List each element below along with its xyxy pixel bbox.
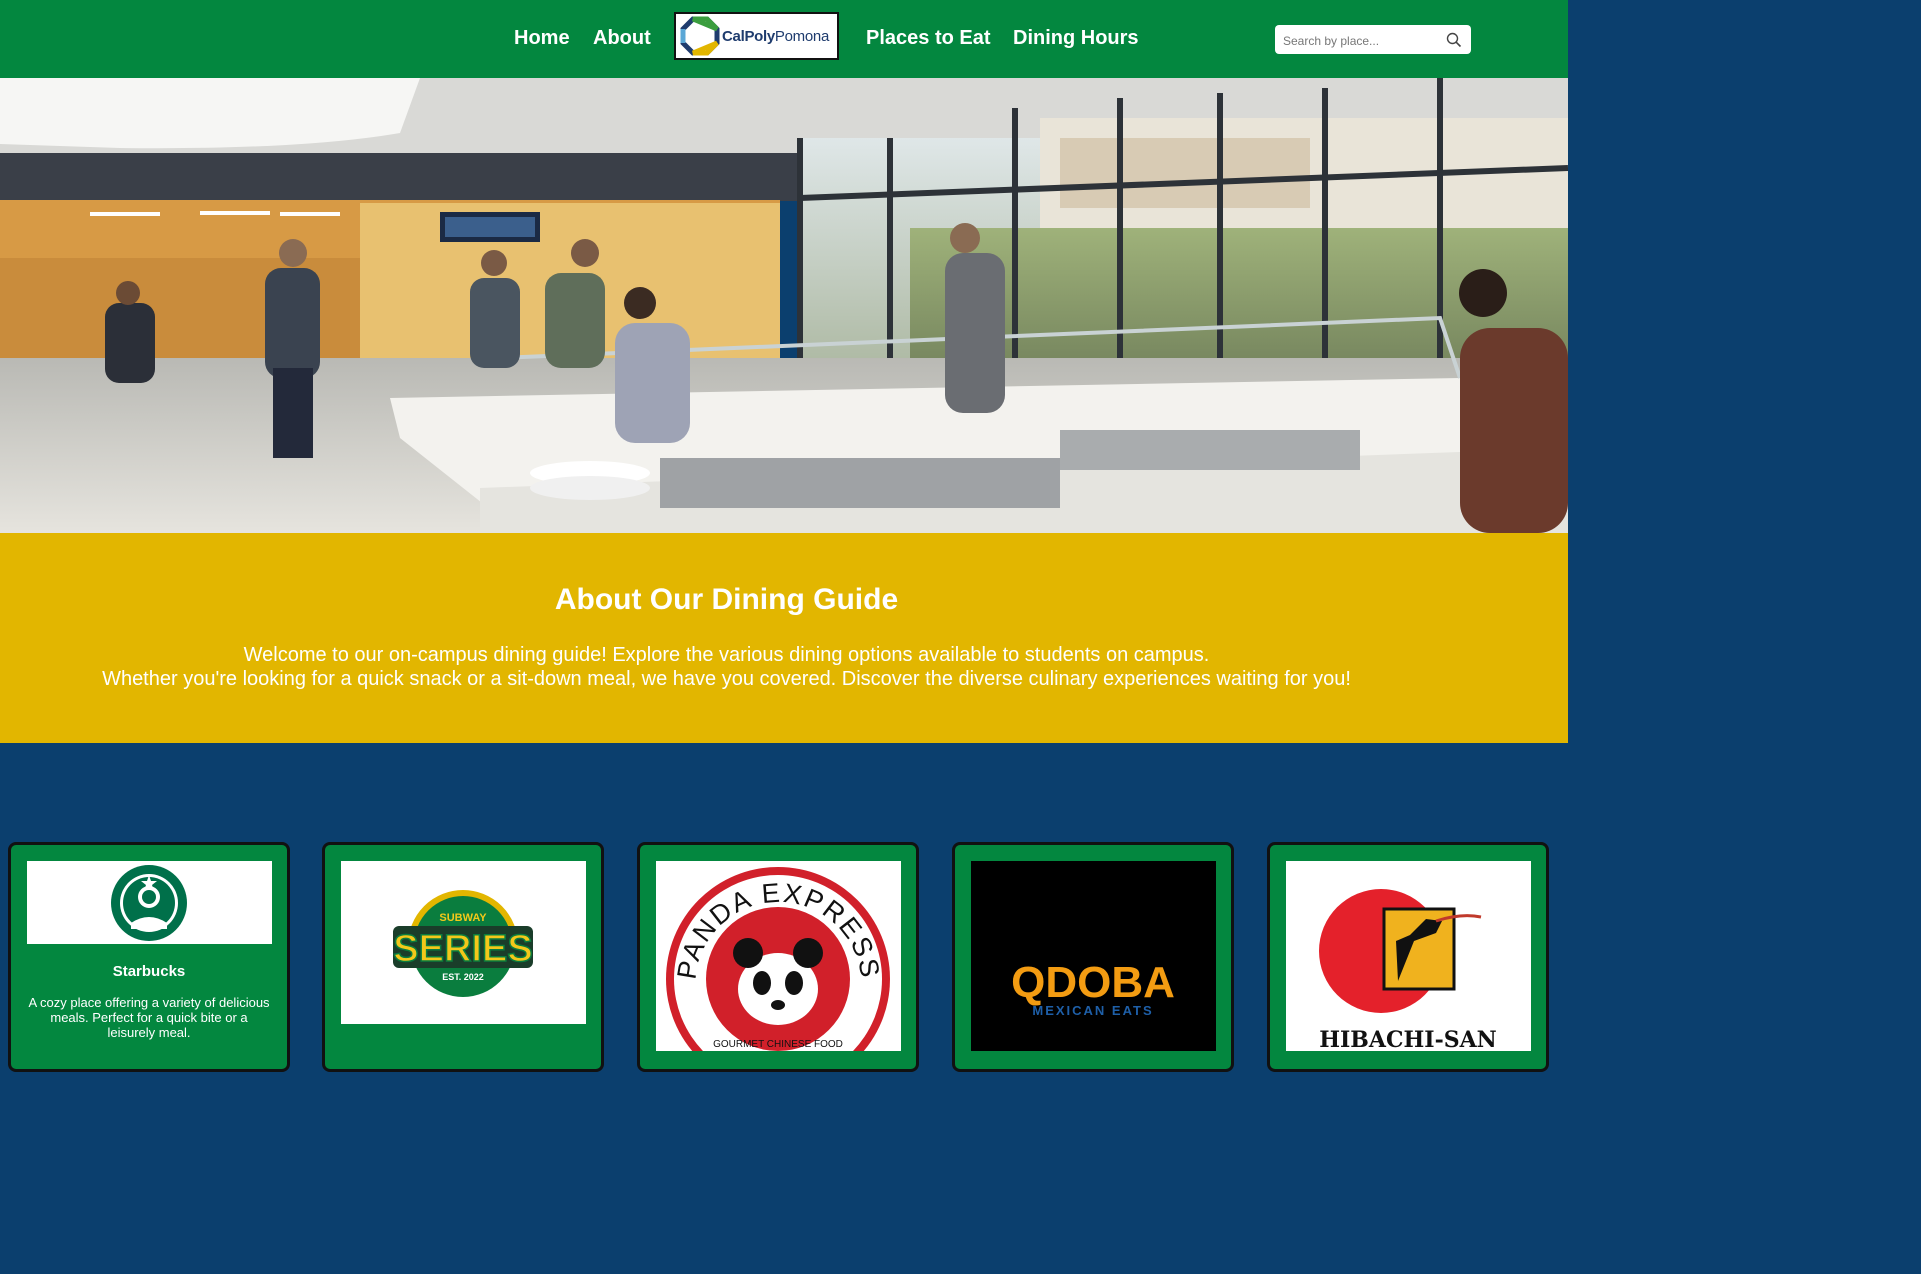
hero-dining-hall-image — [0, 78, 1568, 533]
about-title: About Our Dining Guide — [554, 583, 899, 616]
nav-about-link[interactable]: About — [593, 26, 651, 50]
panda-express-logo: PANDA EXPRESS GOURMET CHINESE FOOD — [656, 861, 901, 1051]
subway-est-text: EST. 2022 — [442, 972, 484, 982]
qdoba-logo: QDOBA MEXICAN EATS — [971, 861, 1216, 1051]
calpoly-octagon-icon — [680, 16, 720, 56]
search-input[interactable] — [1281, 29, 1445, 52]
card-title-starbucks: Starbucks — [112, 963, 186, 980]
nav-home-link[interactable]: Home — [514, 26, 570, 50]
top-navbar: Home About CalPolyPomona Places to Eat D… — [0, 0, 1568, 78]
search-box — [1275, 25, 1471, 54]
dining-card-starbucks[interactable]: Starbucks A cozy place offering a variet… — [8, 842, 290, 1072]
dining-card-hibachi-san[interactable]: HIBACHI-SAN — [1267, 842, 1549, 1072]
panda-bottom-text: GOURMET CHINESE FOOD — [713, 1039, 843, 1050]
starbucks-logo — [27, 861, 272, 944]
about-text-line1: Welcome to our on-campus dining guide! E… — [243, 644, 1210, 666]
about-section: About Our Dining Guide Welcome to our on… — [0, 533, 1568, 743]
dining-card-panda-express[interactable]: PANDA EXPRESS GOURMET CHINESE FOOD — [637, 842, 919, 1072]
qdoba-main-text: QDOBA — [1011, 958, 1175, 1007]
logo-text-part2: Pomona — [774, 27, 829, 45]
subway-series-text: SERIES — [393, 928, 532, 970]
card-desc-starbucks: A cozy place offering a variety of delic… — [28, 995, 270, 1040]
nav-dining-hours-link[interactable]: Dining Hours — [1013, 26, 1139, 50]
about-text-line2: Whether you're looking for a quick snack… — [102, 668, 1351, 690]
search-icon[interactable] — [1446, 32, 1462, 48]
dining-cards-section: Starbucks A cozy place offering a variet… — [0, 743, 1568, 1072]
calpoly-pomona-logo[interactable]: CalPolyPomona — [674, 12, 839, 60]
dining-card-subway-series[interactable]: SUBWAY SERIES EST. 2022 — [322, 842, 604, 1072]
qdoba-sub-text: MEXICAN EATS — [1032, 1003, 1153, 1018]
logo-text-part1: CalPoly — [722, 27, 775, 45]
hibachi-san-logo: HIBACHI-SAN — [1286, 861, 1531, 1051]
subway-series-logo: SUBWAY SERIES EST. 2022 — [341, 861, 586, 1024]
dining-card-qdoba[interactable]: QDOBA MEXICAN EATS — [952, 842, 1234, 1072]
subway-top-text: SUBWAY — [439, 912, 487, 924]
nav-places-to-eat-link[interactable]: Places to Eat — [866, 26, 991, 50]
hibachi-main-text: HIBACHI-SAN — [1319, 1027, 1497, 1051]
